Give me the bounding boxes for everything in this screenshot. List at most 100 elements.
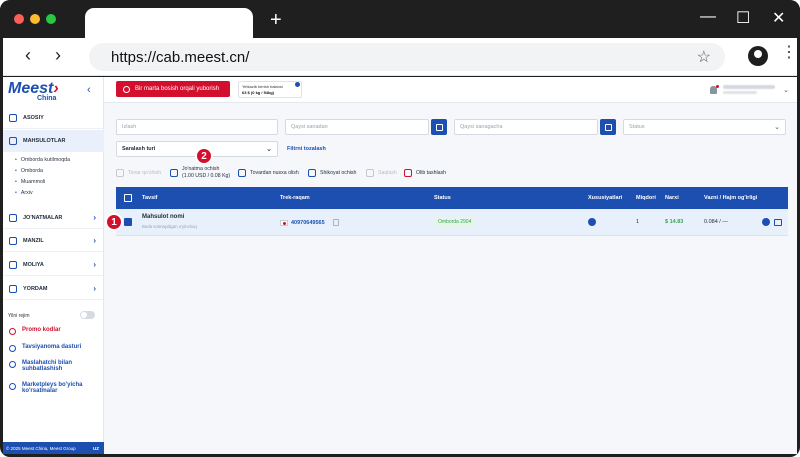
chevron-down-icon: ⌄ (783, 86, 789, 94)
chevron-down-icon: ⌄ (774, 124, 780, 131)
col-status[interactable]: Status (434, 187, 451, 209)
col-price[interactable]: Narxi (665, 187, 679, 209)
date-to-input[interactable]: Qaysi sanagacha (454, 119, 598, 135)
page-viewport: Meest› China ‹ ASOSIY MAHSULOTLAR Ombord… (3, 77, 797, 454)
save-button[interactable]: Saqlash (366, 169, 397, 177)
col-features[interactable]: Xususiyatlari (588, 187, 622, 209)
referral-program-link[interactable]: Tavsiyanoma dasturi (9, 344, 81, 352)
notification-bell-icon[interactable] (710, 84, 720, 94)
minimize-icon[interactable]: — (700, 8, 716, 26)
open-complaint-button[interactable]: Shikoyat ochish (308, 169, 356, 177)
top-bar: Bir marta bosish orqali yuborish Yetkazi… (104, 77, 797, 103)
sidebar-item-moliya[interactable]: MOLIYA › (3, 254, 104, 276)
forward-icon[interactable]: › (55, 45, 61, 66)
sidebar-subitem-archive[interactable]: Arxiv (15, 190, 33, 196)
track-number[interactable]: 40970649565 (291, 220, 325, 226)
sidebar-item-yordam[interactable]: YORDAM › (3, 278, 104, 300)
send-icon (123, 85, 130, 93)
step-marker-2: 2 (195, 147, 213, 165)
one-click-send-button[interactable]: Bir marta bosish orqali yuborish (116, 81, 230, 97)
sidebar-subitem-problem[interactable]: Muammoli (15, 179, 45, 185)
chevron-down-icon: ⌄ (266, 146, 272, 153)
browser-menu-icon[interactable]: ⋮ (781, 45, 797, 61)
marketplace-guide-link[interactable]: Marketpleys bo'yicha ko'rsatmalar (9, 382, 101, 394)
sidebar-item-asosiy[interactable]: ASOSIY (3, 107, 104, 129)
row-checkbox[interactable] (124, 218, 132, 226)
bookmark-star-icon[interactable]: ☆ (697, 47, 711, 67)
delete-button[interactable]: Olib tashlash (404, 169, 446, 177)
select-all-checkbox[interactable] (124, 194, 132, 202)
mail-icon (308, 169, 316, 177)
sidebar-item-jonatmalar[interactable]: JO'NATMALAR › (3, 207, 104, 229)
help-icon (9, 284, 17, 293)
status-badge: Omborda 2904 (434, 217, 476, 227)
search-input[interactable]: Izlash (116, 119, 278, 135)
korea-flag-icon (280, 219, 288, 226)
chevron-right-icon: › (93, 260, 96, 269)
chat-consultant-link[interactable]: Maslahatchi bilan suhbatlashish (9, 360, 101, 372)
sidebar-item-manzil[interactable]: MANZIL › (3, 230, 104, 252)
collapse-sidebar-icon[interactable]: ‹ (87, 84, 91, 96)
sidebar-item-mahsulotlar[interactable]: MAHSULOTLAR (3, 130, 104, 152)
features-cell (588, 218, 596, 226)
status-select[interactable]: Status ⌄ (623, 119, 786, 135)
date-from-input[interactable]: Qaysi sanadan (285, 119, 429, 135)
quantity-cell: 1 (636, 219, 640, 225)
maximize-icon[interactable]: ☐ (736, 8, 750, 28)
delivery-balance: Yetkazib berish balansi 63 $ (0 kg / 54k… (238, 81, 302, 98)
profile-icon[interactable] (748, 46, 768, 66)
chevron-right-icon: › (93, 236, 96, 245)
add-product-button[interactable]: Tovar qo'shish (116, 169, 161, 177)
status-cell: Omborda 2904 (434, 217, 476, 227)
sidebar-subitem-warehouse[interactable]: Omborda (15, 168, 43, 174)
sidebar: Meest› China ‹ ASOSIY MAHSULOTLAR Ombord… (3, 77, 104, 454)
new-year-mode-toggle[interactable] (80, 311, 95, 319)
calendar-to-icon[interactable] (600, 119, 616, 135)
location-icon (9, 236, 17, 245)
shipment-icon (9, 213, 17, 222)
weight-cell: 0.084 / — (704, 219, 728, 225)
sidebar-subitem-waiting[interactable]: Omborda kutilmoqda (15, 157, 70, 163)
copy-icon[interactable] (332, 219, 339, 226)
calendar-from-icon[interactable] (431, 119, 447, 135)
minimize-window-dot[interactable] (30, 14, 40, 24)
step-marker-1: 1 (105, 213, 123, 231)
col-track[interactable]: Trek-raqam (280, 187, 310, 209)
copy-product-button[interactable]: Tovardan nusxa olish (238, 169, 299, 177)
percent-icon (9, 328, 16, 335)
price-cell: $ 14.83 (665, 219, 684, 225)
feature-icon[interactable] (588, 218, 596, 226)
address-bar[interactable]: https://cab.meest.cn/ ☆ (89, 43, 725, 71)
copy-icon (238, 169, 246, 177)
settings-icon[interactable] (762, 218, 770, 226)
grid-icon (9, 113, 17, 122)
open-shipment-button[interactable]: Jo'natma ochish (1.00 USD / 0.08 Kg) (170, 166, 230, 179)
browser-toolbar: ‹ › https://cab.meest.cn/ ☆ ⋮ (3, 38, 797, 76)
table-header: Tavsif Trek-raqam Status Xususiyatlari M… (116, 187, 788, 209)
product-subtitle: Beda sotmaydigan o'yinchoq (142, 224, 197, 229)
logo-subtitle: China (37, 95, 57, 102)
product-name: Mahsulot nomi (142, 214, 185, 220)
browser-tab[interactable] (85, 8, 253, 38)
user-menu[interactable]: ⌄ (710, 84, 789, 94)
message-icon[interactable] (774, 218, 782, 226)
reset-filter-link[interactable]: Filtrni tozalash (287, 146, 326, 152)
close-window-dot[interactable] (14, 14, 24, 24)
info-icon[interactable] (295, 82, 300, 87)
col-description[interactable]: Tavsif (142, 187, 158, 209)
referral-icon (9, 345, 16, 352)
chevron-right-icon: › (93, 284, 96, 293)
language-switch[interactable]: UZ (93, 446, 99, 451)
browser-window: + — ☐ ✕ ‹ › https://cab.meest.cn/ ☆ ⋮ Me… (0, 0, 800, 457)
close-icon[interactable]: ✕ (772, 8, 785, 28)
new-tab-button[interactable]: + (270, 10, 282, 30)
chat-icon (9, 361, 16, 368)
table-row[interactable]: Mahsulot nomi Beda sotmaydigan o'yinchoq… (116, 209, 788, 236)
user-name-blurred (723, 85, 776, 94)
zoom-window-dot[interactable] (46, 14, 56, 24)
package-icon (170, 168, 178, 177)
col-quantity[interactable]: Miqdori (636, 187, 656, 209)
col-weight[interactable]: Vazni / Hajm og'irligi (704, 187, 762, 209)
promo-codes-link[interactable]: Promo kodlar (9, 327, 61, 335)
back-icon[interactable]: ‹ (25, 45, 31, 66)
